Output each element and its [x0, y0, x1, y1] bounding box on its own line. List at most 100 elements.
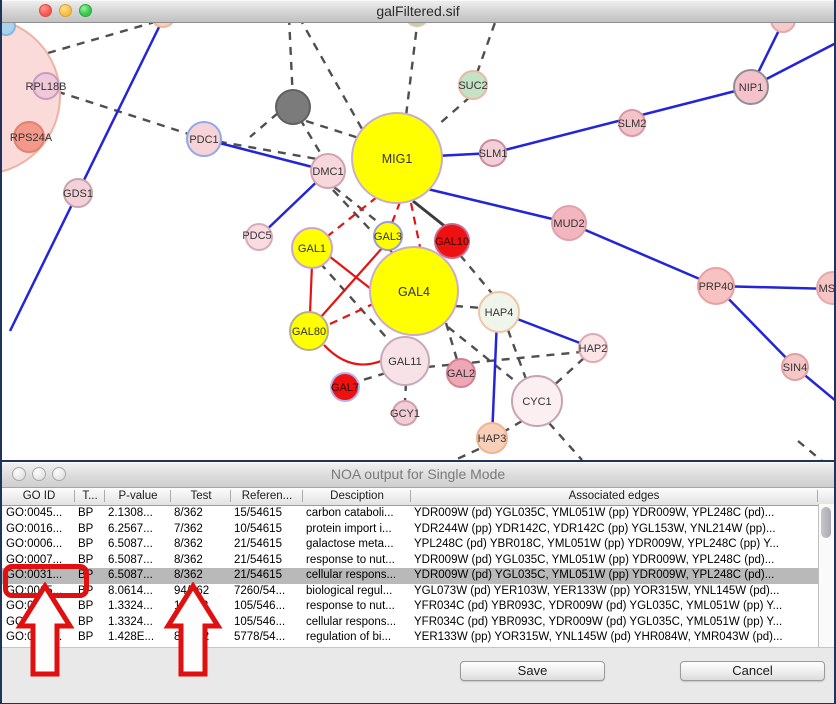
- column-divider: [230, 490, 231, 502]
- node-label: MUD2: [553, 218, 584, 230]
- column-divider: [817, 490, 818, 502]
- column-header-associated-edges[interactable]: Associated edges: [412, 489, 816, 504]
- node-gal7[interactable]: GAL7: [331, 373, 359, 401]
- node-label: GAL11: [388, 356, 421, 368]
- dark-edges: [413, 201, 447, 228]
- node-hap2[interactable]: HAP2: [579, 334, 608, 362]
- cell-p-value: 6.5087...: [108, 537, 170, 553]
- node-pdc5[interactable]: PDC5: [242, 224, 272, 250]
- node-label: HAP4: [485, 307, 514, 319]
- node-mud2[interactable]: MUD2: [552, 206, 586, 240]
- node-label: SLM1: [479, 148, 508, 160]
- cell-reference: 10/54615: [234, 522, 302, 538]
- node-top-peach[interactable]: [151, 23, 175, 27]
- node-gal10[interactable]: GAL10: [435, 224, 469, 258]
- cell-description: response to nut...: [306, 553, 410, 569]
- node-gal2[interactable]: GAL2: [447, 359, 475, 387]
- cancel-button[interactable]: Cancel: [680, 661, 825, 681]
- cell-type: BP: [78, 506, 104, 522]
- node-dmc1[interactable]: DMC1: [311, 154, 345, 188]
- cell-description: cellular respons...: [306, 568, 410, 584]
- node-slm2[interactable]: SLM2: [618, 110, 647, 136]
- node-label: GAL4: [398, 285, 430, 299]
- node-gray[interactable]: [276, 90, 310, 124]
- node-gal4[interactable]: GAL4: [370, 247, 458, 335]
- node-cyc1[interactable]: CYC1: [512, 376, 562, 426]
- node-gal80[interactable]: GAL80: [290, 312, 328, 350]
- labeled-nodes[interactable]: RPL18B RPS24A PDC1 GDS1 DMC1 PDC5 MIG1 S…: [10, 70, 834, 453]
- node-gcy1[interactable]: GCY1: [390, 401, 420, 425]
- graph-window-titlebar[interactable]: galFiltered.sif: [2, 0, 834, 23]
- cell-reference: 15/54615: [234, 506, 302, 522]
- cell-reference: 105/546...: [234, 599, 302, 615]
- network-canvas[interactable]: RPL18B RPS24A PDC1 GDS1 DMC1 PDC5 MIG1 S…: [2, 23, 834, 460]
- node-label: RPS24A: [10, 132, 53, 144]
- cell-p-value: 6.2567...: [108, 522, 170, 538]
- node-label: PDC5: [242, 230, 271, 242]
- table-row[interactable]: GO:0007...BP6.5087...8/36221/54615respon…: [2, 553, 834, 569]
- cell-description: protein import i...: [306, 522, 410, 538]
- node-gal3[interactable]: GAL3: [374, 222, 402, 250]
- column-divider: [104, 490, 105, 502]
- node-pdc1[interactable]: PDC1: [187, 122, 221, 156]
- table-row[interactable]: GO:0016...BP6.2567...7/36210/54615protei…: [2, 522, 834, 538]
- cell-test: 8/362: [174, 553, 230, 569]
- node-label: GDS1: [63, 188, 93, 200]
- cell-go-id: GO:0006...: [6, 537, 76, 553]
- node-slm1[interactable]: SLM1: [479, 140, 508, 166]
- node-label: NIP1: [739, 82, 763, 94]
- node-gds1[interactable]: GDS1: [63, 179, 93, 207]
- column-header-type[interactable]: T...: [76, 489, 104, 504]
- node-top-pink[interactable]: [771, 23, 795, 32]
- node-mig1[interactable]: MIG1: [352, 113, 442, 203]
- table-header: GO ID T... P-value Test Referen... Desci…: [2, 488, 834, 506]
- node-msl1[interactable]: MSL1: [817, 272, 834, 304]
- graph-window-title: galFiltered.sif: [2, 3, 834, 19]
- node-hap4[interactable]: HAP4: [479, 292, 519, 332]
- column-divider: [74, 490, 75, 502]
- cell-associated-edges: YDR009W (pd) YGL035C, YML051W (pp) YDR00…: [414, 553, 816, 569]
- cell-description: response to nut...: [306, 599, 410, 615]
- node-label: HAP2: [579, 343, 608, 355]
- node-top-green[interactable]: [405, 23, 429, 26]
- graph-window: galFiltered.sif: [2, 0, 834, 460]
- table-row[interactable]: GO:0045...BP2.1308...8/36215/54615carbon…: [2, 506, 834, 522]
- vertical-scrollbar[interactable]: [818, 504, 834, 647]
- cell-description: cellular respons...: [306, 615, 410, 631]
- node-nip1[interactable]: NIP1: [734, 70, 768, 104]
- cell-associated-edges: YFR034C (pd) YBR093C, YDR009W (pd) YGL03…: [414, 615, 816, 631]
- cell-description: galactose meta...: [306, 537, 410, 553]
- node-gal1[interactable]: GAL1: [292, 228, 332, 268]
- noa-window-titlebar[interactable]: NOA output for Single Mode: [2, 462, 834, 488]
- node-suc2[interactable]: SUC2: [458, 71, 487, 99]
- save-button[interactable]: Save: [460, 661, 605, 681]
- node-label: DMC1: [312, 166, 343, 178]
- column-header-go-id[interactable]: GO ID: [4, 489, 74, 504]
- node-prp40[interactable]: PRP40: [698, 268, 734, 304]
- node-label: RPL18B: [26, 81, 67, 93]
- scrollbar-thumb[interactable]: [821, 507, 831, 538]
- cell-p-value: 6.5087...: [108, 553, 170, 569]
- node-label: MIG1: [382, 152, 413, 166]
- node-gal11[interactable]: GAL11: [381, 337, 429, 385]
- column-header-test[interactable]: Test: [172, 489, 230, 504]
- cell-reference: 5778/54...: [234, 630, 302, 646]
- node-label: GCY1: [390, 408, 420, 420]
- column-header-reference[interactable]: Referen...: [232, 489, 302, 504]
- node-label: GAL7: [331, 382, 359, 394]
- node-label: GAL80: [292, 326, 326, 338]
- node-label: GAL3: [374, 231, 402, 243]
- cell-go-id: GO:0045...: [6, 506, 76, 522]
- node-hap3[interactable]: HAP3: [477, 423, 507, 453]
- node-label: CYC1: [522, 396, 551, 408]
- node-label: SUC2: [458, 80, 487, 92]
- annotation-arrows: [0, 582, 240, 678]
- node-sin4[interactable]: SIN4: [782, 354, 808, 380]
- node-label: GAL1: [298, 243, 326, 255]
- table-row[interactable]: GO:0006...BP6.5087...8/36221/54615galact…: [2, 537, 834, 553]
- cell-go-id: GO:0016...: [6, 522, 76, 538]
- column-header-description[interactable]: Desciption: [304, 489, 410, 504]
- column-header-p-value[interactable]: P-value: [106, 489, 170, 504]
- noa-window-title: NOA output for Single Mode: [2, 466, 834, 482]
- cell-associated-edges: YDR009W (pd) YGL035C, YML051W (pp) YDR00…: [414, 568, 816, 584]
